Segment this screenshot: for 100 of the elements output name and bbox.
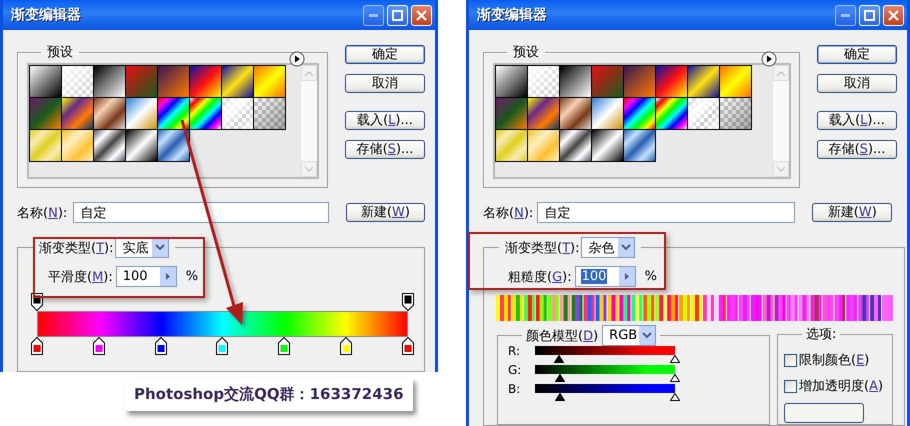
close-button[interactable] [411, 4, 432, 26]
partial-button[interactable] [784, 403, 864, 423]
color-stop-icon[interactable] [402, 337, 414, 355]
gradient-swatch[interactable] [189, 65, 222, 98]
gradient-swatch[interactable] [61, 129, 94, 162]
field-label: 名称(N): [483, 204, 534, 222]
field-label: 平滑度(M): [48, 268, 113, 286]
color-stop-icon[interactable] [216, 337, 228, 355]
gradient-swatch[interactable] [559, 97, 592, 130]
unit-label: % [186, 269, 198, 284]
group-title: 预设 [46, 44, 74, 61]
dialog-button[interactable]: 确定 [817, 45, 897, 64]
gradient-swatch[interactable] [495, 129, 528, 162]
dialog-button[interactable]: 存储(S)... [345, 140, 425, 159]
gradient-swatch[interactable] [623, 65, 656, 98]
slider-thumb[interactable] [670, 393, 680, 401]
checkbox[interactable] [784, 380, 797, 392]
gradient-swatch[interactable] [125, 65, 158, 98]
name-input[interactable]: 自定 [73, 202, 329, 223]
color-stop-icon[interactable] [154, 337, 167, 355]
gradient-swatch[interactable] [655, 97, 688, 130]
maximize-button[interactable] [859, 4, 880, 26]
gradient-swatch[interactable] [29, 129, 62, 162]
new-button[interactable]: 新建(W) [812, 203, 892, 222]
window-title: 渐变编辑器 [11, 6, 81, 24]
channel-label: R: [507, 346, 522, 356]
gradient-swatch[interactable] [221, 65, 254, 98]
gradient-swatch[interactable] [591, 65, 624, 98]
gradient-swatch[interactable] [527, 65, 560, 98]
close-icon [416, 10, 427, 20]
gradient-swatch[interactable] [157, 97, 190, 130]
gradient-swatch[interactable] [495, 65, 528, 98]
dialog-button[interactable]: 取消 [345, 74, 425, 93]
gradient-swatch[interactable] [719, 97, 752, 130]
type-dropdown[interactable]: 实底 [115, 237, 170, 258]
new-button[interactable]: 新建(W) [346, 203, 425, 222]
amount-input[interactable]: 100 [116, 266, 177, 287]
minimize-icon [841, 14, 850, 16]
gradient-swatch[interactable] [623, 129, 656, 162]
dialog-button[interactable]: 存储(S)... [817, 140, 897, 159]
minimize-button[interactable] [363, 4, 384, 26]
unit-label: % [644, 269, 657, 284]
gradient-swatch[interactable] [93, 65, 126, 98]
gradient-swatch[interactable] [719, 65, 752, 98]
close-icon [888, 10, 899, 20]
field-label: 渐变类型(T): [505, 240, 580, 256]
gradient-swatch[interactable] [157, 129, 190, 162]
gradient-swatch[interactable] [591, 129, 624, 162]
gradient-swatch[interactable] [623, 97, 656, 130]
maximize-icon [864, 10, 875, 20]
chevron-icon [639, 326, 656, 345]
field-label: 渐变类型(T): [39, 240, 114, 256]
gradient-swatch[interactable] [495, 97, 528, 130]
gradient-swatch[interactable] [253, 97, 286, 130]
model-dropdown[interactable]: RGB [602, 325, 656, 346]
channel-label: B: [507, 384, 522, 394]
dialog-button[interactable]: 确定 [345, 45, 425, 64]
chevron-icon [618, 238, 634, 257]
maximize-button[interactable] [387, 4, 408, 26]
checkbox[interactable] [784, 354, 797, 366]
gradient-swatch[interactable] [29, 65, 62, 98]
gradient-swatch[interactable] [687, 65, 720, 98]
gradient-swatch[interactable] [253, 65, 286, 98]
gradient-swatch[interactable] [93, 129, 126, 162]
dialog-button[interactable]: 载入(L)... [345, 111, 425, 130]
color-stop-icon[interactable] [278, 337, 290, 355]
gradient-swatch[interactable] [157, 65, 190, 98]
color-stop-icon[interactable] [340, 337, 352, 355]
field-label: 颜色模型(D) [526, 328, 598, 344]
gradient-swatch[interactable] [61, 97, 94, 130]
minimize-button[interactable] [835, 4, 856, 26]
gradient-swatch[interactable] [221, 97, 254, 130]
gradient-swatch[interactable] [559, 65, 592, 98]
gradient-swatch[interactable] [591, 97, 624, 130]
type-dropdown[interactable]: 杂色 [581, 237, 636, 258]
color-stop-icon[interactable] [92, 337, 105, 355]
amount-input[interactable]: 100 [574, 266, 636, 287]
opacity-stop-icon[interactable] [402, 293, 414, 311]
gradient-swatch[interactable] [655, 65, 688, 98]
color-stop-icon[interactable] [31, 337, 43, 355]
close-button[interactable] [883, 4, 904, 26]
field-label: 粗糙度(G): [508, 268, 572, 286]
gradient-swatch[interactable] [61, 65, 94, 98]
window-title: 渐变编辑器 [477, 6, 547, 24]
gradient-swatch[interactable] [29, 97, 62, 130]
gradient-swatch[interactable] [189, 97, 222, 130]
dialog-button[interactable]: 载入(L)... [817, 111, 897, 130]
gradient-swatch[interactable] [527, 97, 560, 130]
gradient-swatch[interactable] [93, 97, 126, 130]
gradient-swatch[interactable] [125, 129, 158, 162]
minimize-icon [369, 14, 378, 16]
gradient-swatch[interactable] [559, 129, 592, 162]
gradient-swatch[interactable] [527, 129, 560, 162]
checkbox-label: 增加透明度(A) [799, 378, 884, 395]
dialog-button[interactable]: 取消 [817, 74, 897, 93]
slider-thumb[interactable] [670, 374, 680, 382]
name-input[interactable]: 自定 [537, 202, 796, 223]
gradient-swatch[interactable] [125, 97, 158, 130]
slider-thumb[interactable] [670, 355, 680, 363]
gradient-swatch[interactable] [687, 97, 720, 130]
